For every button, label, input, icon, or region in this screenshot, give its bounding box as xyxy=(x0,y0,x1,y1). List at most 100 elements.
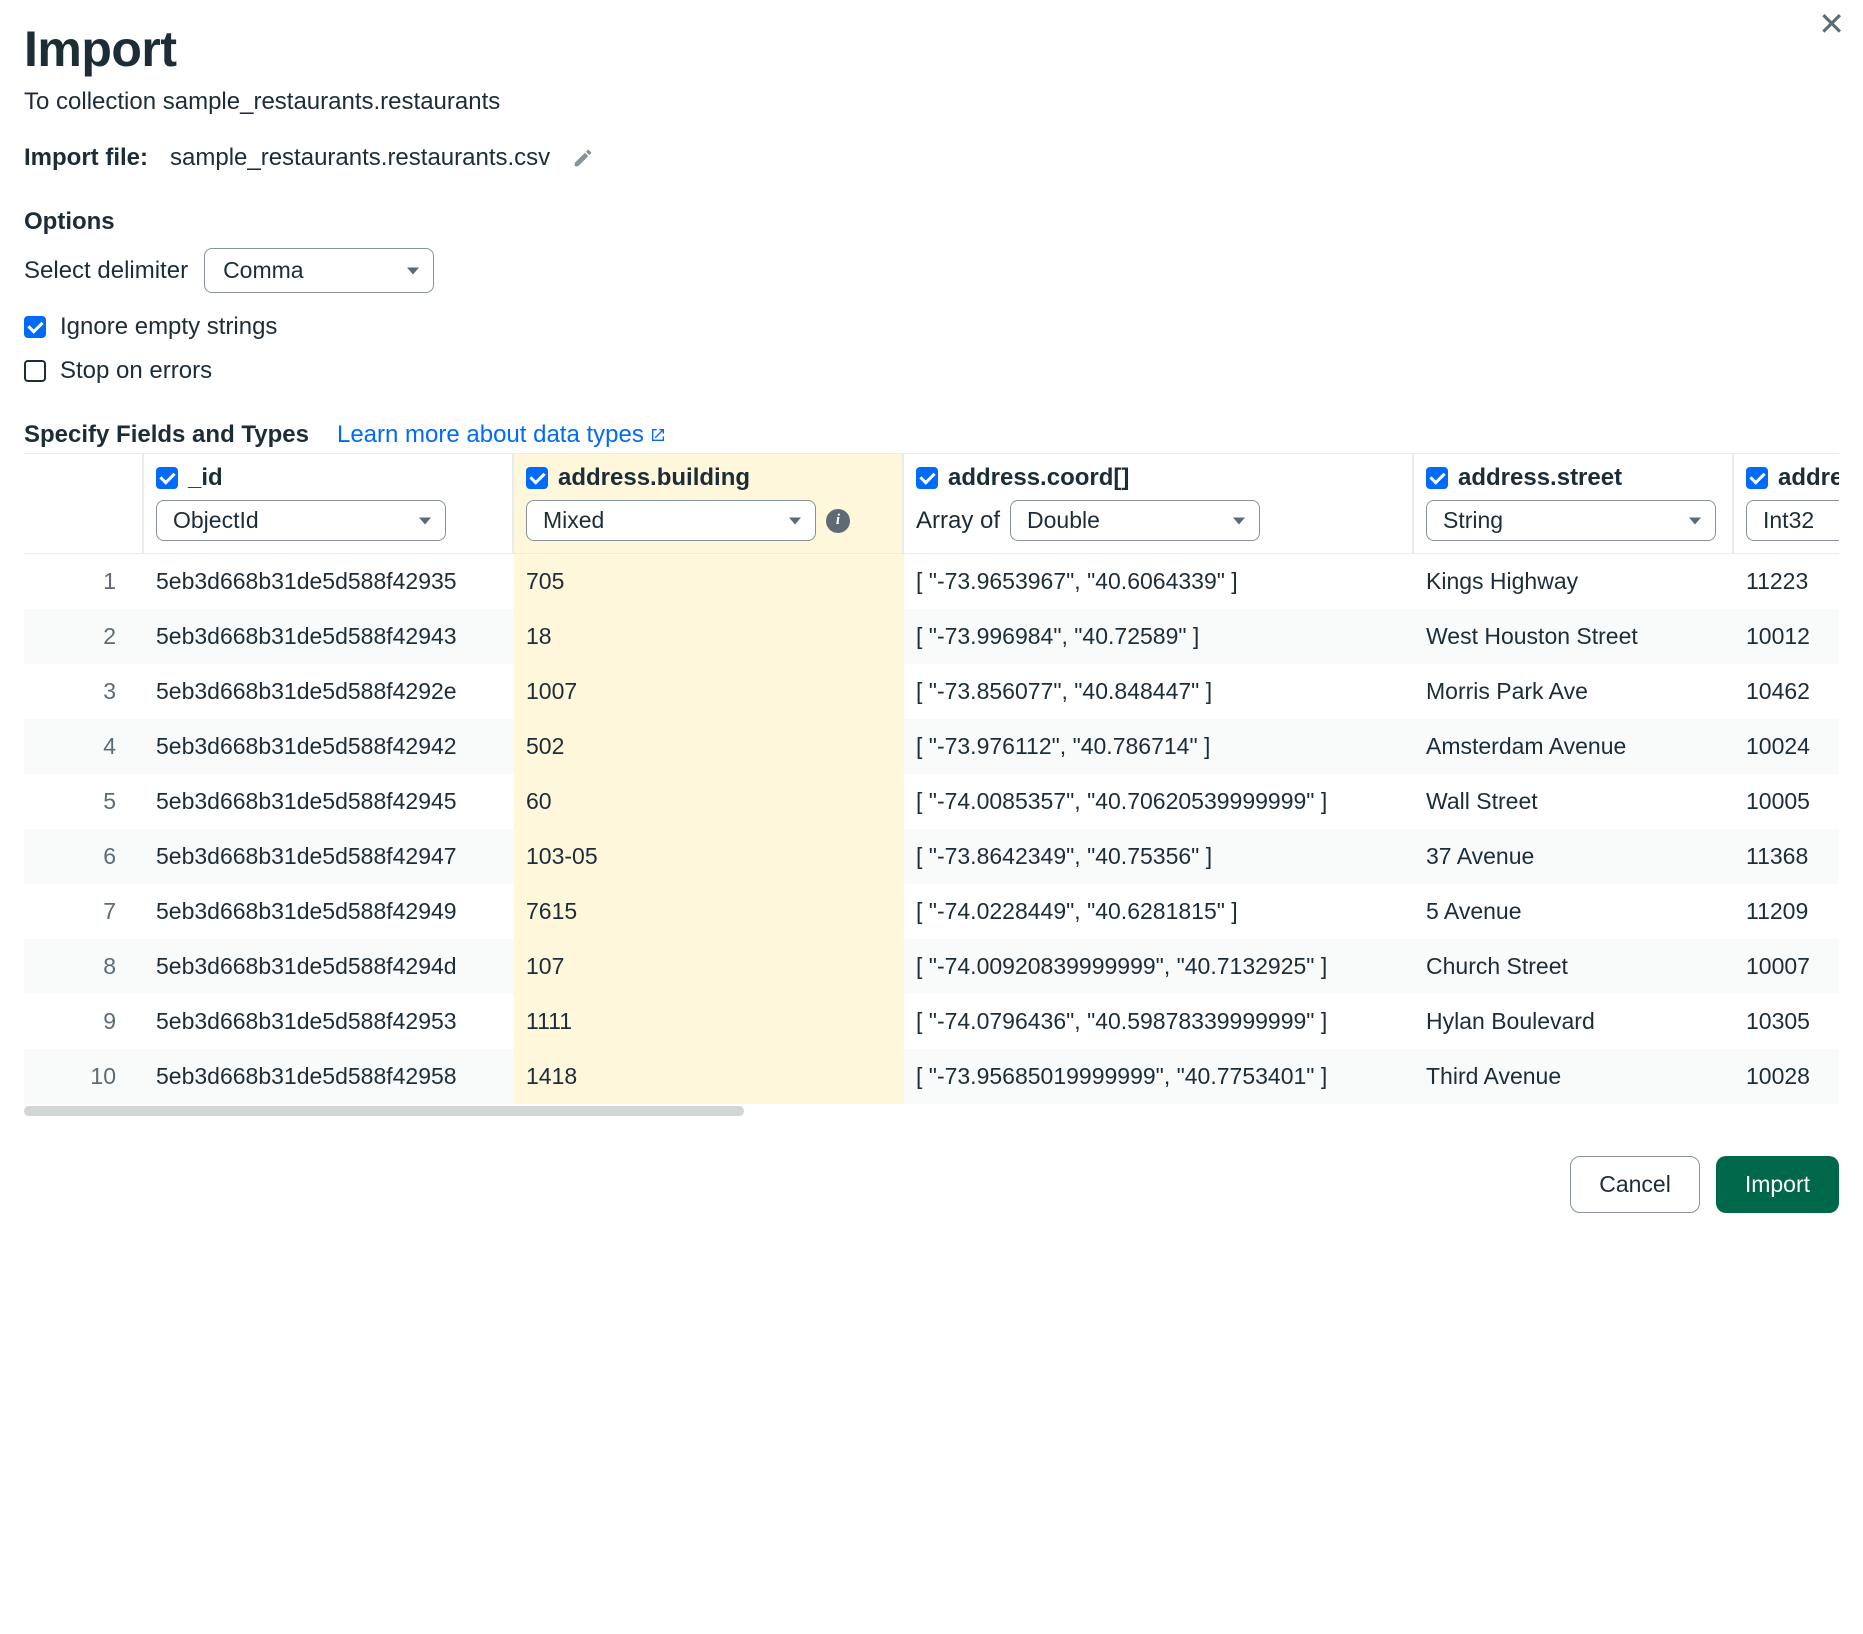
row-number: 6 xyxy=(24,829,144,884)
table-cell: 103-05 xyxy=(514,829,904,884)
caret-down-icon xyxy=(1233,517,1245,524)
table-cell: [ "-73.9653967", "40.6064339" ] xyxy=(904,554,1414,609)
table-cell: [ "-73.856077", "40.848447" ] xyxy=(904,664,1414,719)
table-cell: [ "-73.996984", "40.72589" ] xyxy=(904,609,1414,664)
stop-on-errors-label[interactable]: Stop on errors xyxy=(60,357,212,385)
column-type-value: String xyxy=(1443,507,1503,534)
caret-down-icon xyxy=(1689,517,1701,524)
row-number: 4 xyxy=(24,719,144,774)
column-type-value: ObjectId xyxy=(173,507,259,534)
table-cell: [ "-73.976112", "40.786714" ] xyxy=(904,719,1414,774)
table-cell: Hylan Boulevard xyxy=(1414,994,1734,1049)
table-cell: 10007 xyxy=(1734,939,1839,994)
dialog-subtitle: To collection sample_restaurants.restaur… xyxy=(24,88,1839,116)
column-name: address.street xyxy=(1458,464,1622,492)
table-cell: 502 xyxy=(514,719,904,774)
pencil-icon[interactable] xyxy=(572,147,594,169)
table-cell: [ "-74.0228449", "40.6281815" ] xyxy=(904,884,1414,939)
table-cell: 5eb3d668b31de5d588f42935 xyxy=(144,554,514,609)
column-type-value: Mixed xyxy=(543,507,604,534)
rownum-header xyxy=(24,454,144,554)
table-cell: 10305 xyxy=(1734,994,1839,1049)
horizontal-scrollbar[interactable] xyxy=(24,1104,1839,1118)
column-name: address.zipcode xyxy=(1778,464,1839,492)
table-cell: 7615 xyxy=(514,884,904,939)
table-cell: 1418 xyxy=(514,1049,904,1104)
preview-table: _idObjectIdaddress.buildingMixediaddress… xyxy=(24,453,1839,1118)
import-file-name: sample_restaurants.restaurants.csv xyxy=(170,144,550,172)
column-type-select[interactable]: Int32 xyxy=(1746,500,1839,541)
row-number: 2 xyxy=(24,609,144,664)
column-type-value: Double xyxy=(1027,507,1100,534)
table-cell: 5eb3d668b31de5d588f4294d xyxy=(144,939,514,994)
column-name: address.coord[] xyxy=(948,464,1129,492)
table-cell: 5eb3d668b31de5d588f4292e xyxy=(144,664,514,719)
table-cell: [ "-74.0085357", "40.70620539999999" ] xyxy=(904,774,1414,829)
column-header: address.zipcode Int32 xyxy=(1734,454,1839,554)
ignore-empty-label[interactable]: Ignore empty strings xyxy=(60,313,277,341)
delimiter-label: Select delimiter xyxy=(24,257,188,285)
column-header: address.buildingMixedi xyxy=(514,454,904,554)
ignore-empty-checkbox[interactable] xyxy=(24,316,46,338)
table-cell: 10028 xyxy=(1734,1049,1839,1104)
import-button[interactable]: Import xyxy=(1716,1156,1839,1213)
table-cell: Morris Park Ave xyxy=(1414,664,1734,719)
column-include-checkbox[interactable] xyxy=(916,467,938,489)
delimiter-value: Comma xyxy=(223,257,304,284)
row-number: 5 xyxy=(24,774,144,829)
row-number: 9 xyxy=(24,994,144,1049)
table-cell: 1007 xyxy=(514,664,904,719)
column-header: _idObjectId xyxy=(144,454,514,554)
row-number: 8 xyxy=(24,939,144,994)
table-cell: 37 Avenue xyxy=(1414,829,1734,884)
column-type-select[interactable]: ObjectId xyxy=(156,500,446,541)
type-prefix: Array of xyxy=(916,507,1000,535)
dialog-title: Import xyxy=(24,20,1839,78)
table-cell: 5 Avenue xyxy=(1414,884,1734,939)
table-cell: 11223 xyxy=(1734,554,1839,609)
learn-more-text: Learn more about data types xyxy=(337,421,644,449)
stop-on-errors-checkbox[interactable] xyxy=(24,360,46,382)
column-include-checkbox[interactable] xyxy=(526,467,548,489)
table-cell: Kings Highway xyxy=(1414,554,1734,609)
column-include-checkbox[interactable] xyxy=(1746,467,1768,489)
import-file-label: Import file: xyxy=(24,144,148,172)
options-heading: Options xyxy=(24,208,1839,236)
column-include-checkbox[interactable] xyxy=(1426,467,1448,489)
learn-more-link[interactable]: Learn more about data types xyxy=(337,421,666,449)
table-cell: 11209 xyxy=(1734,884,1839,939)
column-type-select[interactable]: Mixed xyxy=(526,500,816,541)
close-icon[interactable]: ✕ xyxy=(1818,8,1845,40)
specify-heading: Specify Fields and Types xyxy=(24,421,309,449)
table-cell: 10012 xyxy=(1734,609,1839,664)
column-type-select[interactable]: Double xyxy=(1010,500,1260,541)
column-header: address.street String xyxy=(1414,454,1734,554)
column-type-select[interactable]: String xyxy=(1426,500,1716,541)
column-type-value: Int32 xyxy=(1763,507,1814,534)
info-icon[interactable]: i xyxy=(826,509,850,533)
table-cell: 10462 xyxy=(1734,664,1839,719)
caret-down-icon xyxy=(789,517,801,524)
table-cell: 5eb3d668b31de5d588f42958 xyxy=(144,1049,514,1104)
table-cell: 5eb3d668b31de5d588f42947 xyxy=(144,829,514,884)
table-cell: 5eb3d668b31de5d588f42943 xyxy=(144,609,514,664)
table-cell: Third Avenue xyxy=(1414,1049,1734,1104)
delimiter-select[interactable]: Comma xyxy=(204,248,434,293)
table-cell: [ "-73.8642349", "40.75356" ] xyxy=(904,829,1414,884)
caret-down-icon xyxy=(419,517,431,524)
table-cell: [ "-74.0796436", "40.59878339999999" ] xyxy=(904,994,1414,1049)
table-cell: Amsterdam Avenue xyxy=(1414,719,1734,774)
table-cell: Church Street xyxy=(1414,939,1734,994)
table-cell: 18 xyxy=(514,609,904,664)
scrollbar-thumb[interactable] xyxy=(24,1106,744,1116)
row-number: 7 xyxy=(24,884,144,939)
external-link-icon xyxy=(650,427,666,443)
table-cell: [ "-74.00920839999999", "40.7132925" ] xyxy=(904,939,1414,994)
table-cell: 5eb3d668b31de5d588f42945 xyxy=(144,774,514,829)
table-cell: 705 xyxy=(514,554,904,609)
table-cell: Wall Street xyxy=(1414,774,1734,829)
row-number: 1 xyxy=(24,554,144,609)
column-include-checkbox[interactable] xyxy=(156,467,178,489)
table-cell: 5eb3d668b31de5d588f42942 xyxy=(144,719,514,774)
cancel-button[interactable]: Cancel xyxy=(1570,1156,1700,1213)
